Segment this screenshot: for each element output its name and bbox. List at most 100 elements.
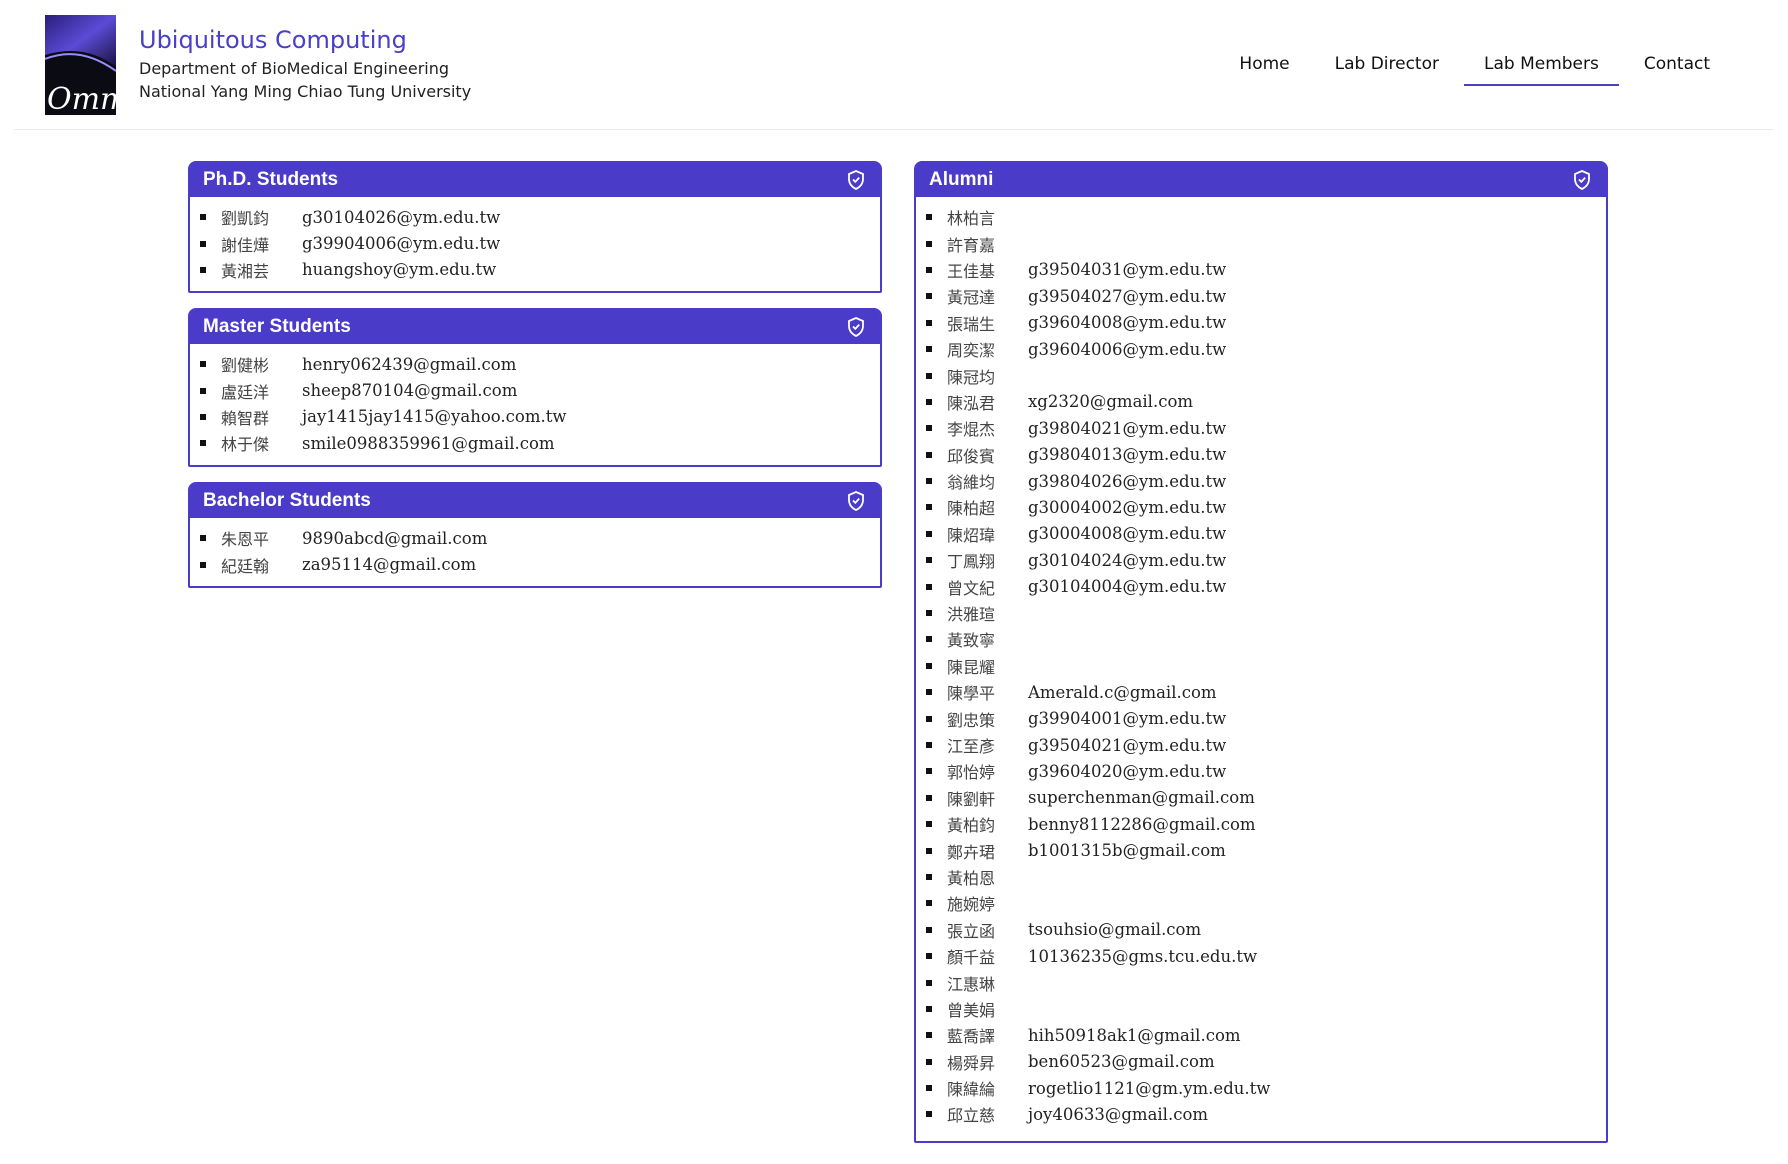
member-name: 曾美娟 <box>947 1000 996 1020</box>
nav-contact[interactable]: Contact <box>1624 52 1730 86</box>
bullet-icon <box>926 610 932 617</box>
list-item: 陳昆耀 <box>924 653 1606 679</box>
member-email[interactable]: g39504021@ym.edu.tw <box>1028 736 1226 755</box>
member-email[interactable]: g39504031@ym.edu.tw <box>1028 260 1226 279</box>
member-email[interactable]: b1001315b@gmail.com <box>1028 841 1226 860</box>
member-name: 陳炤瑋 <box>947 525 996 545</box>
list-item: 林于傑 smile0988359961@gmail.com <box>198 430 880 456</box>
panel-header[interactable]: Master Students <box>190 310 880 344</box>
bullet-icon <box>926 1005 932 1012</box>
member-email[interactable]: jay1415jay1415@yahoo.com.tw <box>302 407 566 426</box>
member-email[interactable]: g39604006@ym.edu.tw <box>1028 340 1226 359</box>
member-name: 鄭卉珺 <box>947 842 996 862</box>
nav-lab-members[interactable]: Lab Members <box>1463 52 1619 86</box>
member-name: 朱恩平 <box>221 530 270 550</box>
list-item: 張立函 tsouhsio@gmail.com <box>924 917 1606 943</box>
list-item: 劉健彬 henry062439@gmail.com <box>198 351 880 377</box>
list-item: 周奕潔 g39604006@ym.edu.tw <box>924 336 1606 362</box>
nav-lab-director[interactable]: Lab Director <box>1315 52 1459 86</box>
member-email[interactable]: g30104024@ym.edu.tw <box>1028 551 1226 570</box>
bullet-icon <box>926 1085 932 1092</box>
member-email[interactable]: hih50918ak1@gmail.com <box>1028 1026 1241 1045</box>
bullet-icon <box>200 266 206 273</box>
member-email[interactable]: g39604008@ym.edu.tw <box>1028 313 1226 332</box>
university-name: National Yang Ming Chiao Tung University <box>139 82 472 101</box>
list-item: 張瑞生 g39604008@ym.edu.tw <box>924 310 1606 336</box>
member-email[interactable]: g39904006@ym.edu.tw <box>302 234 500 253</box>
member-email[interactable]: g39804021@ym.edu.tw <box>1028 419 1226 438</box>
bullet-icon <box>926 689 932 696</box>
member-name: 洪雅瑄 <box>947 605 996 625</box>
member-name: 黃湘芸 <box>221 261 270 281</box>
member-name: 劉健彬 <box>221 356 270 376</box>
bullet-icon <box>926 583 932 590</box>
bullet-icon <box>926 715 932 722</box>
member-email[interactable]: huangshoy@ym.edu.tw <box>302 260 496 279</box>
list-item: 陳冠均 <box>924 362 1606 388</box>
department-name: Department of BioMedical Engineering <box>139 59 450 78</box>
panel-title: Ph.D. Students <box>203 169 339 190</box>
member-email[interactable]: g30004002@ym.edu.tw <box>1028 498 1226 517</box>
bullet-icon <box>926 794 932 801</box>
main-nav: Home Lab Director Lab Members Contact <box>1214 52 1730 86</box>
bachelor-students-panel: Bachelor Students 朱恩平 9890abcd@gmail.com 紀… <box>188 482 882 588</box>
lab-logo[interactable]: Omm. <box>45 15 116 115</box>
panel-header[interactable]: Ph.D. Students <box>190 163 880 197</box>
member-name: 施婉婷 <box>947 895 996 915</box>
member-email[interactable]: sheep870104@gmail.com <box>302 381 517 400</box>
member-email[interactable]: benny8112286@gmail.com <box>1028 815 1256 834</box>
bullet-icon <box>926 504 932 511</box>
member-email[interactable]: xg2320@gmail.com <box>1028 392 1193 411</box>
member-email[interactable]: henry062439@gmail.com <box>302 355 516 374</box>
alumni-panel: Alumni 林柏言 許育嘉 王佳基 g39504031@ym.edu.tw 黃冠達 g3… <box>914 161 1608 1143</box>
panel-title: Master Students <box>203 316 351 337</box>
member-email[interactable]: ben60523@gmail.com <box>1028 1052 1215 1071</box>
member-email[interactable]: smile0988359961@gmail.com <box>302 434 555 453</box>
list-item: 陳學平 Amerald.c@gmail.com <box>924 679 1606 705</box>
member-email[interactable]: superchenman@gmail.com <box>1028 788 1255 807</box>
bullet-icon <box>200 214 206 221</box>
list-item: 許育嘉 <box>924 230 1606 256</box>
bullet-icon <box>926 451 932 458</box>
bullet-icon <box>926 398 932 405</box>
member-name: 翁維均 <box>947 473 996 493</box>
shield-icon[interactable] <box>847 170 865 190</box>
shield-icon[interactable] <box>1573 170 1591 190</box>
member-name: 劉忠策 <box>947 710 996 730</box>
member-email[interactable]: g30004008@ym.edu.tw <box>1028 524 1226 543</box>
member-email[interactable]: joy40633@gmail.com <box>1028 1105 1208 1124</box>
list-item: 曾美娟 <box>924 996 1606 1022</box>
panel-header[interactable]: Alumni <box>916 163 1606 197</box>
member-email[interactable]: 10136235@gms.tcu.edu.tw <box>1028 947 1257 966</box>
member-email[interactable]: Amerald.c@gmail.com <box>1028 683 1217 702</box>
logo-text: Omm. <box>47 82 116 115</box>
shield-icon[interactable] <box>847 491 865 511</box>
member-email[interactable]: g39904001@ym.edu.tw <box>1028 709 1226 728</box>
member-email[interactable]: g30104004@ym.edu.tw <box>1028 577 1226 596</box>
panel-header[interactable]: Bachelor Students <box>190 484 880 518</box>
member-list: 朱恩平 9890abcd@gmail.com 紀廷翰 za95114@gmail.co… <box>190 518 880 578</box>
nav-home[interactable]: Home <box>1219 52 1309 86</box>
list-item: 李焜杰 g39804021@ym.edu.tw <box>924 415 1606 441</box>
site-title[interactable]: Ubiquitous Computing <box>139 26 407 54</box>
member-email[interactable]: g39804026@ym.edu.tw <box>1028 472 1226 491</box>
member-name: 盧廷洋 <box>221 382 270 402</box>
list-item: 施婉婷 <box>924 890 1606 916</box>
list-item: 劉忠策 g39904001@ym.edu.tw <box>924 705 1606 731</box>
shield-icon[interactable] <box>847 317 865 337</box>
member-email[interactable]: 9890abcd@gmail.com <box>302 529 487 548</box>
member-email[interactable]: g39804013@ym.edu.tw <box>1028 445 1226 464</box>
member-email[interactable]: g39604020@ym.edu.tw <box>1028 762 1226 781</box>
member-list: 劉健彬 henry062439@gmail.com 盧廷洋 sheep870104@g… <box>190 344 880 457</box>
header-divider <box>14 129 1774 130</box>
member-email[interactable]: g39504027@ym.edu.tw <box>1028 287 1226 306</box>
list-item: 賴智群 jay1415jay1415@yahoo.com.tw <box>198 404 880 430</box>
list-item: 鄭卉珺 b1001315b@gmail.com <box>924 837 1606 863</box>
member-email[interactable]: rogetlio1121@gm.ym.edu.tw <box>1028 1079 1270 1098</box>
member-email[interactable]: g30104026@ym.edu.tw <box>302 208 500 227</box>
member-email[interactable]: za95114@gmail.com <box>302 555 476 574</box>
bullet-icon <box>200 240 206 247</box>
member-name: 周奕潔 <box>947 341 996 361</box>
member-email[interactable]: tsouhsio@gmail.com <box>1028 920 1201 939</box>
list-item: 丁鳳翔 g30104024@ym.edu.tw <box>924 547 1606 573</box>
